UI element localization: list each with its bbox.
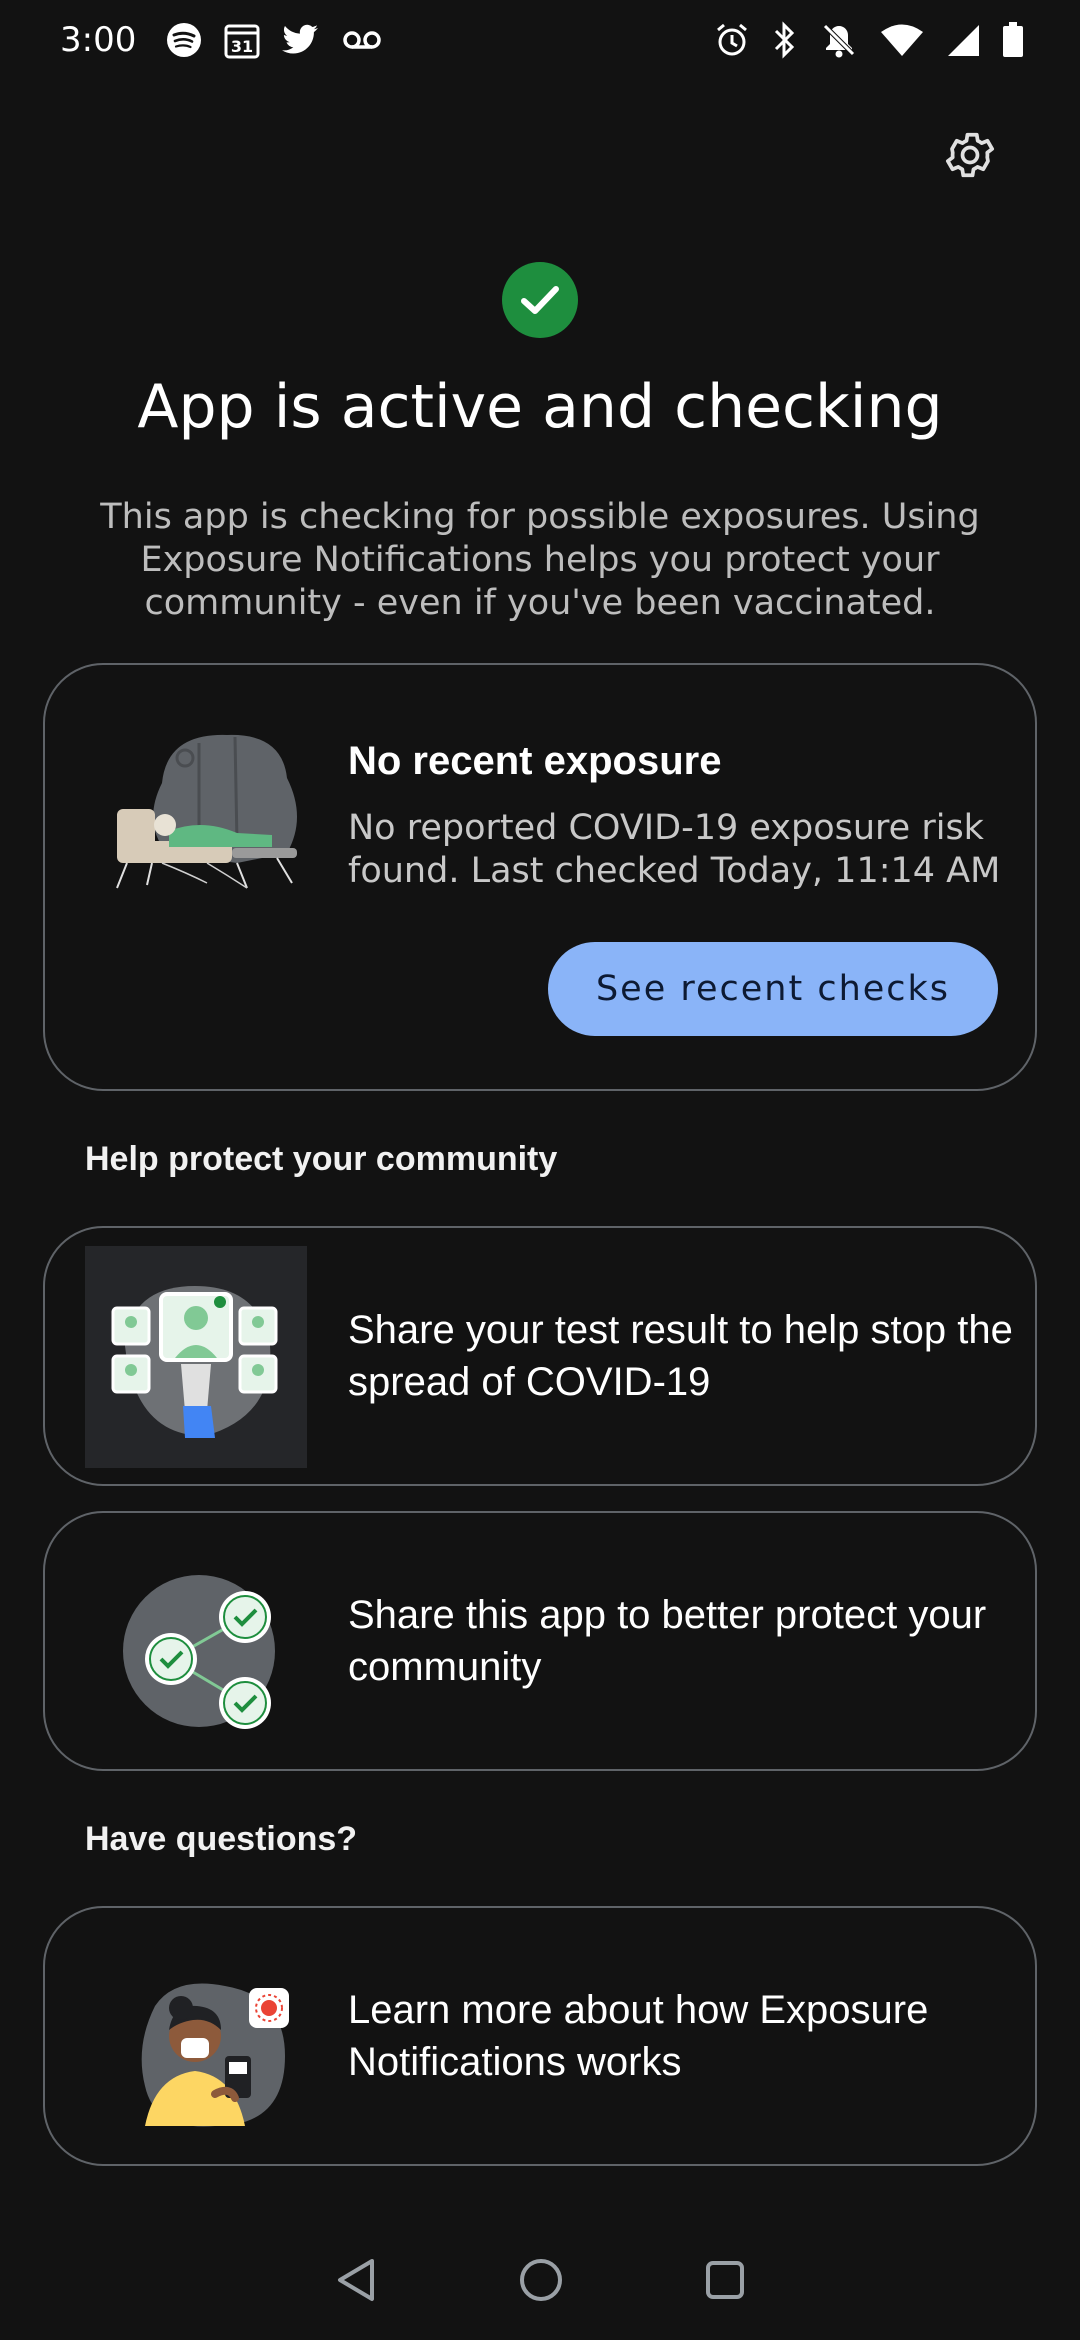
share-test-result-card[interactable]: Share your test result to help stop the …: [43, 1226, 1037, 1486]
questions-section-heading: Have questions?: [85, 1820, 358, 1858]
signal-icon: [946, 23, 980, 57]
relaxing-person-illustration: [107, 723, 337, 903]
status-right: [714, 21, 1024, 59]
see-recent-checks-button[interactable]: See recent checks: [548, 942, 998, 1036]
share-app-text: Share this app to better protect your co…: [348, 1593, 987, 1689]
alarm-icon: [714, 22, 750, 58]
status-left: 3:00 31: [60, 20, 382, 60]
calendar-day: 31: [231, 37, 253, 56]
battery-icon: [1002, 22, 1024, 58]
gear-icon: [945, 132, 995, 178]
voicemail-icon: [342, 29, 382, 51]
bluetooth-icon: [772, 21, 798, 59]
exposure-title: No recent exposure: [348, 739, 722, 783]
status-time: 3:00: [60, 20, 137, 60]
share-app-card[interactable]: Share this app to better protect your co…: [43, 1511, 1037, 1771]
twitter-icon: [282, 24, 320, 56]
calendar-icon: 31: [224, 21, 260, 59]
exposure-description: No reported COVID-19 exposure risk found…: [348, 808, 1001, 891]
share-app-illustration: [85, 1531, 307, 1753]
notifications-off-icon: [820, 21, 858, 59]
spotify-icon: [166, 22, 202, 58]
settings-button[interactable]: [940, 125, 1000, 185]
learn-more-card[interactable]: Learn more about how Exposure Notificati…: [43, 1906, 1037, 2166]
share-result-illustration: [85, 1246, 307, 1468]
recents-icon[interactable]: [704, 2259, 746, 2301]
page-title: App is active and checking: [137, 372, 943, 442]
status-description: This app is checking for possible exposu…: [100, 497, 980, 623]
learn-more-text: Learn more about how Exposure Notificati…: [348, 1988, 929, 2084]
share-test-result-text: Share your test result to help stop the …: [348, 1308, 1013, 1404]
community-section-heading: Help protect your community: [85, 1140, 558, 1178]
wifi-icon: [880, 23, 924, 57]
learn-more-illustration: [85, 1926, 307, 2148]
check-circle-icon: [502, 262, 578, 338]
status-bar: 3:00 31: [0, 0, 1080, 80]
back-icon[interactable]: [334, 2257, 378, 2303]
home-icon[interactable]: [518, 2257, 564, 2303]
exposure-status-card: No recent exposure No reported COVID-19 …: [43, 663, 1037, 1091]
navigation-bar: [0, 2220, 1080, 2340]
